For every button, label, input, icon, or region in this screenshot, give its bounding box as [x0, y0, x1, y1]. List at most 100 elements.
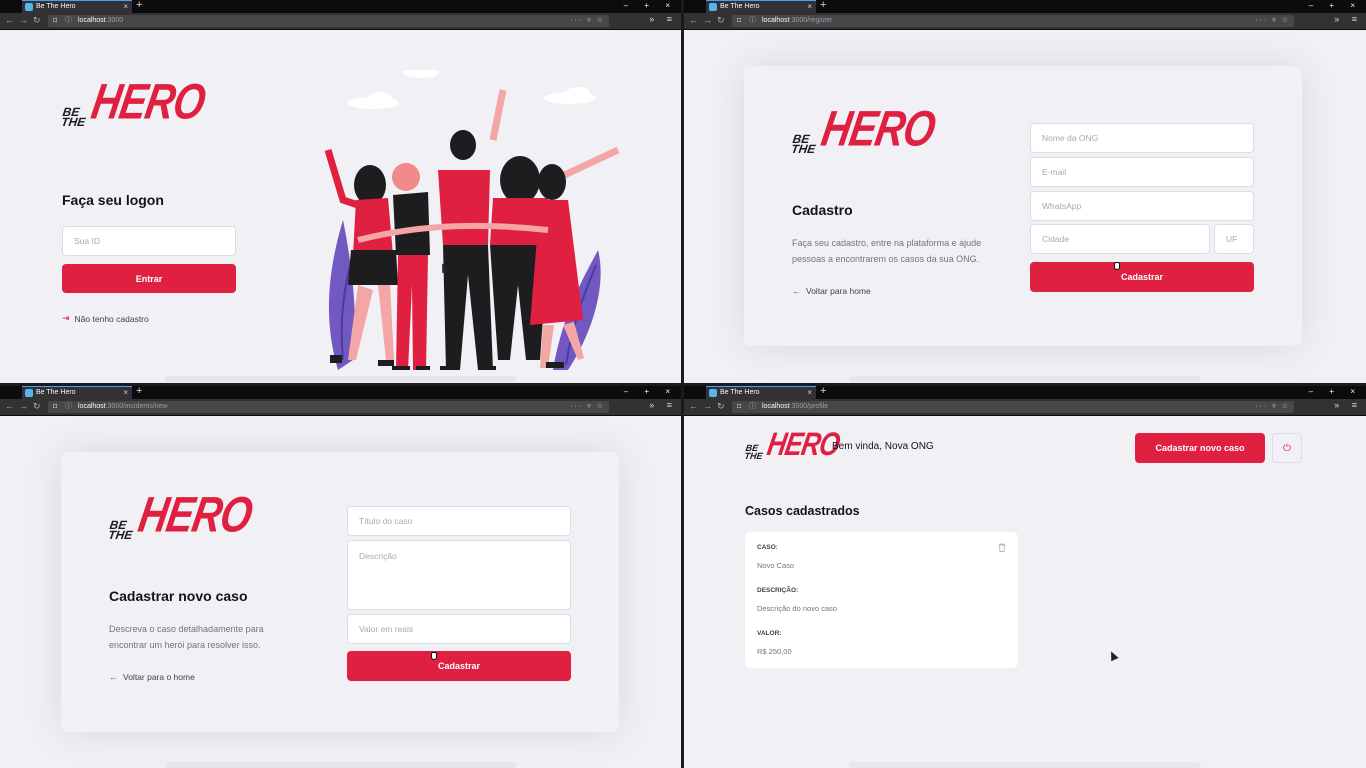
window-controls[interactable]: – + ×	[1309, 0, 1362, 12]
back-icon[interactable]: ←	[5, 401, 14, 411]
login-button[interactable]: Entrar	[62, 264, 236, 293]
arrow-left-icon: ←	[109, 672, 118, 682]
back-icon[interactable]: ←	[689, 15, 698, 25]
reload-icon[interactable]: ↻	[33, 15, 41, 26]
id-input[interactable]: Sua ID	[62, 226, 236, 256]
login-window: Be The Hero × + – + × ← → ↻ ◘ ⓘ localhos…	[0, 0, 681, 383]
logo: BE THE HERO	[60, 74, 209, 130]
overflow-menu-icon[interactable]: » ≡	[1334, 14, 1362, 24]
whatsapp-input[interactable]: WhatsApp	[1030, 191, 1254, 221]
page-title: Faça seu logon	[62, 192, 164, 208]
address-bar[interactable]: ◘ ⓘ localhost:3000/incidents/new ··· ▿ ☆	[48, 401, 609, 413]
reload-icon[interactable]: ↻	[717, 15, 725, 26]
trash-icon[interactable]	[998, 543, 1006, 552]
site-info-icon: ◘ ⓘ	[53, 17, 76, 24]
create-case-button[interactable]: Cadastrar	[347, 651, 571, 681]
tab-bar: Be The Hero × + – + ×	[0, 0, 681, 13]
address-bar[interactable]: ◘ ⓘ localhost:3000 ··· ▿ ☆	[48, 15, 609, 27]
back-link[interactable]: ← Voltar para o home	[109, 672, 195, 682]
browser-tab[interactable]: Be The Hero ×	[22, 0, 132, 13]
window-controls[interactable]: – + ×	[1309, 386, 1362, 398]
nav-bar: ← → ↻ ◘ ⓘ localhost:3000/register ··· ▿ …	[684, 13, 1366, 30]
value-value: R$ 250,00	[757, 647, 792, 656]
back-link[interactable]: ← Voltar para home	[792, 286, 871, 296]
mouse-cursor	[1107, 649, 1119, 662]
url-path: :3000/register	[789, 17, 833, 24]
register-link[interactable]: ⇥ Não tenho cadastro	[62, 313, 149, 324]
case-card: CASO: Novo Caso DESCRIÇÃO: Descrição do …	[745, 532, 1018, 668]
login-page: BE THE HERO Faça seu logon Sua ID Entrar …	[0, 30, 681, 383]
ong-name-input[interactable]: Nome da ONG	[1030, 123, 1254, 153]
reload-icon[interactable]: ↻	[33, 401, 41, 412]
back-icon[interactable]: ←	[689, 401, 698, 411]
favicon-icon	[25, 389, 33, 397]
overflow-menu-icon[interactable]: » ≡	[649, 14, 677, 24]
new-case-button[interactable]: Cadastrar novo caso	[1135, 433, 1265, 463]
back-icon[interactable]: ←	[5, 15, 14, 25]
tab-bar: Be The Hero × + – + ×	[684, 386, 1366, 399]
url-path: :3000/incidents/new	[105, 403, 168, 410]
register-window: Be The Hero × + – + × ← → ↻ ◘ ⓘ localhos…	[684, 0, 1366, 383]
overflow-menu-icon[interactable]: » ≡	[1334, 400, 1362, 410]
tab-title: Be The Hero	[36, 389, 76, 396]
browser-tab[interactable]: Be The Hero ×	[22, 386, 132, 399]
address-bar[interactable]: ◘ ⓘ localhost:3000/profile ··· ▿ ☆	[732, 401, 1294, 413]
page-title: Cadastro	[792, 202, 853, 218]
new-incident-window: Be The Hero × + – + × ← → ↻ ◘ ⓘ localhos…	[0, 386, 681, 768]
tab-close-icon[interactable]: ×	[123, 387, 128, 399]
log-in-icon: ⇥	[62, 313, 70, 323]
nav-bar: ← → ↻ ◘ ⓘ localhost:3000 ··· ▿ ☆ » ≡	[0, 13, 681, 30]
page-actions-icon[interactable]: ··· ▿ ☆	[570, 401, 605, 413]
new-tab-button[interactable]: +	[820, 0, 826, 11]
scroll-shadow	[165, 376, 517, 382]
case-value: Novo Caso	[757, 561, 795, 570]
city-input[interactable]: Cidade	[1030, 224, 1210, 254]
uf-input[interactable]: UF	[1214, 224, 1254, 254]
case-description-textarea[interactable]: Descrição	[347, 540, 571, 610]
page-actions-icon[interactable]: ··· ▿ ☆	[1255, 15, 1290, 27]
mouse-cursor	[431, 652, 437, 660]
browser-tab[interactable]: Be The Hero ×	[706, 386, 816, 399]
favicon-icon	[709, 3, 717, 11]
forward-icon[interactable]: →	[703, 15, 712, 25]
case-label: CASO:	[757, 544, 778, 551]
logo: BE THE HERO	[743, 425, 843, 463]
email-input[interactable]: E-mail	[1030, 157, 1254, 187]
scroll-shadow	[849, 762, 1201, 768]
window-controls[interactable]: – + ×	[624, 386, 677, 398]
welcome-text: Bem vinda, Nova ONG	[832, 441, 934, 452]
mouse-cursor	[1114, 262, 1120, 270]
site-info-icon: ◘ ⓘ	[737, 403, 760, 410]
tab-bar: Be The Hero × + – + ×	[684, 0, 1366, 13]
new-tab-button[interactable]: +	[136, 0, 142, 11]
forward-icon[interactable]: →	[703, 401, 712, 411]
favicon-icon	[709, 389, 717, 397]
page-actions-icon[interactable]: ··· ▿ ☆	[1255, 401, 1290, 413]
profile-page: BE THE HERO Bem vinda, Nova ONG Cadastrar…	[684, 416, 1366, 768]
case-title-input[interactable]: Título do caso	[347, 506, 571, 536]
tab-close-icon[interactable]: ×	[807, 1, 812, 13]
case-value-input[interactable]: Valor em reais	[347, 614, 571, 644]
forward-icon[interactable]: →	[19, 401, 28, 411]
window-controls[interactable]: – + ×	[624, 0, 677, 12]
page-description: Faça seu cadastro, entre na plataforma e…	[792, 238, 982, 264]
tab-close-icon[interactable]: ×	[123, 1, 128, 13]
reload-icon[interactable]: ↻	[717, 401, 725, 412]
back-link-label: Voltar para home	[806, 286, 871, 296]
overflow-menu-icon[interactable]: » ≡	[649, 400, 677, 410]
logo: BE THE HERO	[790, 101, 939, 157]
nav-bar: ← → ↻ ◘ ⓘ localhost:3000/incidents/new ·…	[0, 399, 681, 416]
page-actions-icon[interactable]: ··· ▿ ☆	[570, 15, 605, 27]
tab-close-icon[interactable]: ×	[807, 387, 812, 399]
favicon-icon	[25, 3, 33, 11]
scroll-shadow	[165, 762, 517, 768]
browser-tab[interactable]: Be The Hero ×	[706, 0, 816, 13]
forward-icon[interactable]: →	[19, 15, 28, 25]
new-tab-button[interactable]: +	[820, 386, 826, 397]
power-icon[interactable]: ⏻	[1272, 433, 1302, 463]
url-host: localhost	[78, 403, 106, 410]
register-button[interactable]: Cadastrar	[1030, 262, 1254, 292]
address-bar[interactable]: ◘ ⓘ localhost:3000/register ··· ▿ ☆	[732, 15, 1294, 27]
new-tab-button[interactable]: +	[136, 386, 142, 397]
arrow-left-icon: ←	[792, 286, 801, 296]
